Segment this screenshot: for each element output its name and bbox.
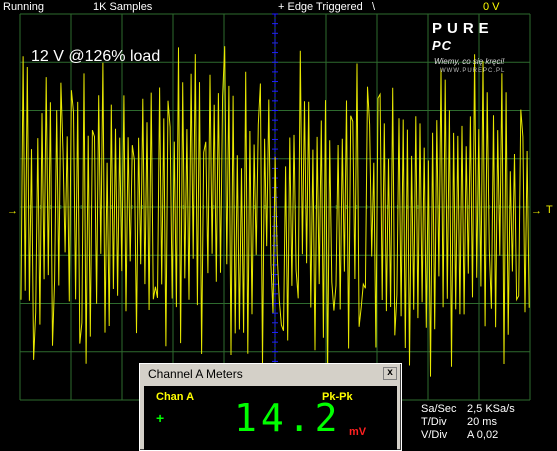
trigger-level[interactable]: 0 V (483, 1, 500, 13)
trigger-slope-icon[interactable]: \ (372, 1, 375, 13)
logo-line2: PC (432, 38, 453, 53)
run-status[interactable]: Running (3, 1, 44, 13)
coupling-indicator: + (156, 410, 165, 426)
logo-tagline: Wiemy, co się kręci! (434, 57, 505, 66)
meters-panel: Chan A Pk-Pk + 14.2 mV (144, 386, 397, 450)
trigger-mode[interactable]: + Edge Triggered (278, 1, 363, 13)
watermark-logo: PURE PC Wiemy, co się kręci! WWW.PUREPC.… (432, 20, 532, 76)
trigger-marker-label: T (546, 204, 553, 216)
logo-url: WWW.PUREPC.PL (440, 68, 506, 74)
measurement-caption: 12 V @126% load (31, 48, 161, 65)
meters-title[interactable]: Channel A Meters (142, 366, 399, 382)
trigger-marker-arrow[interactable]: → (531, 205, 542, 217)
channel-a-marker[interactable]: → (7, 205, 18, 217)
channel-a-meters-window[interactable]: Channel A Meters x Chan A Pk-Pk + 14.2 m… (139, 363, 402, 451)
info-key: V/Div (421, 429, 448, 441)
status-bar: Running 1K Samples + Edge Triggered \ 0 … (0, 0, 557, 14)
info-value: 20 ms (467, 416, 497, 428)
info-row: T/Div 20 ms (421, 416, 515, 429)
info-key: T/Div (421, 416, 447, 428)
info-row: Sa/Sec 2,5 KSa/s (421, 403, 515, 416)
info-value: A 0,02 (467, 429, 499, 441)
channel-label: Chan A (156, 391, 195, 403)
close-icon[interactable]: x (383, 367, 397, 380)
info-value: 2,5 KSa/s (467, 403, 515, 415)
acquisition-info: Sa/Sec 2,5 KSa/s T/Div 20 ms V/Div A 0,02 (421, 403, 515, 442)
meter-value: 14.2 (234, 396, 342, 440)
meter-unit: mV (349, 426, 367, 438)
sample-count[interactable]: 1K Samples (93, 1, 152, 13)
info-key: Sa/Sec (421, 403, 457, 415)
info-row: V/Div A 0,02 (421, 429, 515, 442)
logo-line1: PURE (432, 20, 494, 37)
